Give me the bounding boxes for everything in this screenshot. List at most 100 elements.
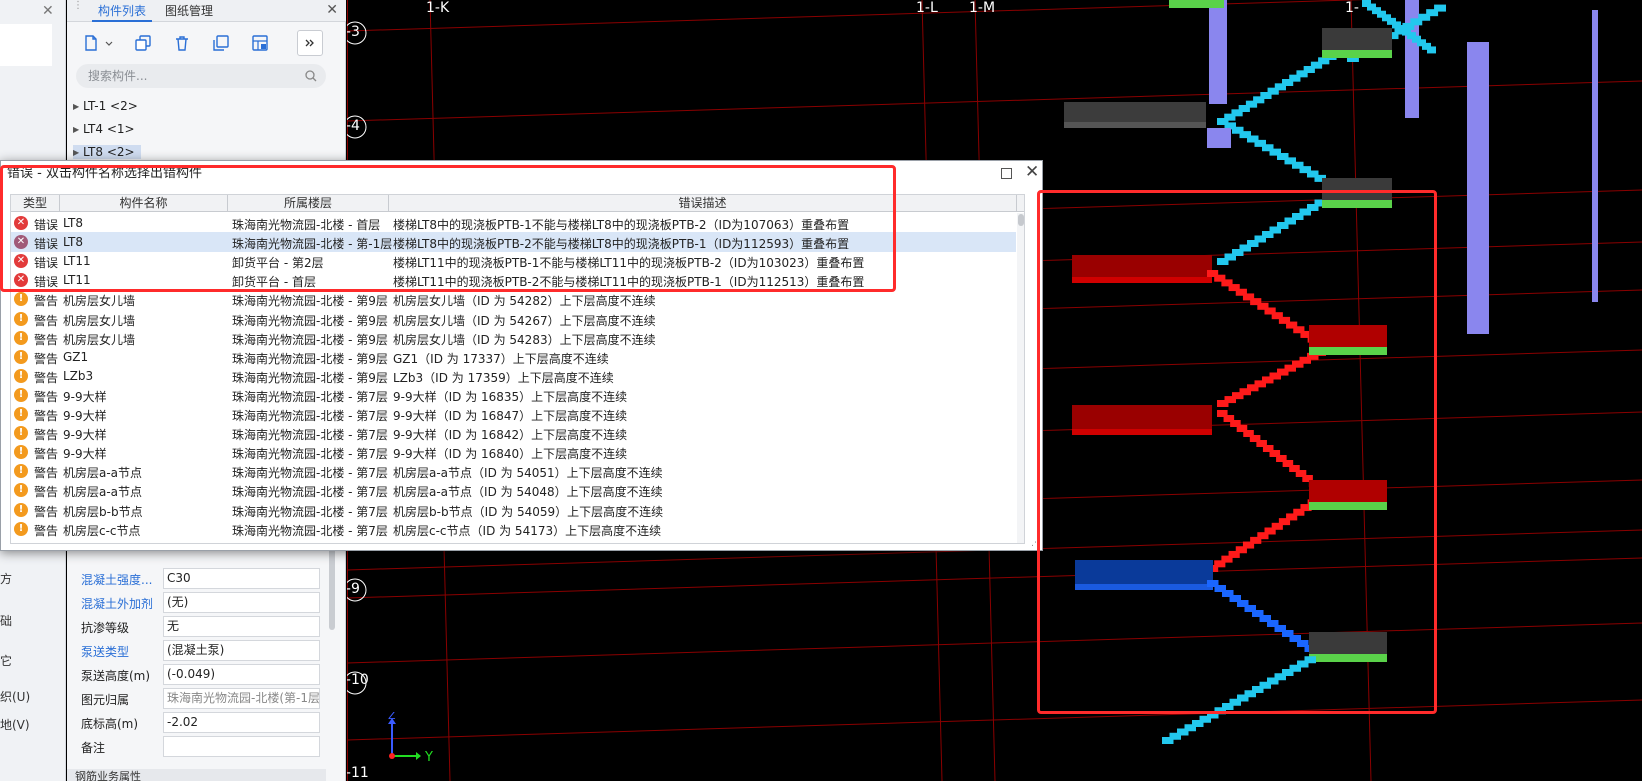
close-icon[interactable]: ✕ (42, 4, 56, 18)
warning-row[interactable]: ! 警告 GZ1 珠海南光物流园-北楼 - 第9层 GZ1（ID 为 17337）上下层… (11, 347, 1016, 367)
copy-component-button[interactable] (130, 30, 156, 56)
new-component-dropdown[interactable] (103, 30, 115, 56)
more-tools-button[interactable] (297, 30, 323, 56)
row-component-name[interactable]: 机房层女儿墙 (63, 331, 135, 348)
row-type: 错误 (34, 256, 59, 271)
warning-row[interactable]: ! 警告 9-9大样 珠海南光物流园-北楼 - 第7层 9-9大样（ID 为 16842… (11, 423, 1016, 443)
close-icon[interactable]: ✕ (326, 3, 338, 17)
property-name: 泵送高度(m) (81, 669, 151, 683)
platform-beam (1322, 50, 1392, 58)
resize-grip-icon[interactable]: ⋰ (1031, 538, 1040, 548)
expand-arrow-icon[interactable]: ▶ (73, 148, 83, 157)
double-chevron-right-icon (305, 39, 314, 47)
warning-row[interactable]: ! 警告 LZb3 珠海南光物流园-北楼 - 第9层 LZb3（ID 为 17359）上… (11, 366, 1016, 386)
row-component-name[interactable]: LT11 (63, 273, 91, 287)
property-value-field[interactable]: 珠海南光物流园-北楼(第-1层) (163, 688, 320, 709)
duplicate-component-button[interactable] (208, 30, 234, 56)
warning-row[interactable]: ! 警告 机房层a-a节点 珠海南光物流园-北楼 - 第7层 机房层a-a节点（ID 为… (11, 461, 1016, 481)
component-search-input[interactable] (88, 67, 298, 85)
property-value-field[interactable]: (-0.049) (163, 664, 320, 685)
row-component-name[interactable]: 9-9大样 (63, 426, 107, 443)
warning-row[interactable]: ! 警告 9-9大样 珠海南光物流园-北楼 - 第7层 9-9大样（ID 为 16835… (11, 385, 1016, 405)
row-component-name[interactable]: 机房层c-c节点 (63, 522, 141, 539)
strip-item[interactable]: 方 (0, 570, 12, 587)
row-component-name[interactable]: LT8 (63, 216, 83, 230)
new-component-button[interactable] (78, 30, 104, 56)
expand-arrow-icon[interactable]: ▶ (73, 102, 83, 111)
tree-item-selected[interactable]: ▶ LT8 <2> (73, 145, 141, 159)
warning-row[interactable]: ! 警告 机房层女儿墙 珠海南光物流园-北楼 - 第9层 机房层女儿墙（ID 为 542… (11, 289, 1016, 309)
axis-label-1-4: 1-4 (347, 118, 360, 134)
rebar-properties-header[interactable]: 钢筋业务属性 (67, 769, 326, 781)
delete-component-button[interactable] (169, 30, 195, 56)
row-component-name[interactable]: LT8 (63, 235, 83, 249)
close-icon[interactable]: ✕ (1025, 162, 1039, 182)
platform-beam (1169, 0, 1224, 8)
error-row[interactable]: ✕ 错误 LT8 珠海南光物流园-北楼 - 首层 楼梯LT8中的现浇板PTB-1不能与楼… (11, 213, 1016, 233)
panel-scrollbar[interactable] (329, 540, 335, 630)
error-row[interactable]: ✕ 错误 LT8 珠海南光物流园-北楼 - 第-1层 楼梯LT8中的现浇板PTB-2不能… (11, 232, 1016, 253)
row-floor: 珠海南光物流园-北楼 - 第7层 (232, 466, 388, 481)
row-description: 楼梯LT11中的现浇板PTB-2不能与楼梯LT11中的现浇板PTB-1（ID为1… (393, 275, 865, 290)
platform-beam (1309, 347, 1387, 355)
landing-slab (1064, 102, 1206, 122)
warning-row[interactable]: ! 警告 9-9大样 珠海南光物流园-北楼 - 第7层 9-9大样（ID 为 16840… (11, 442, 1016, 462)
table-scrollbar[interactable] (1017, 213, 1024, 543)
error-row[interactable]: ✕ 错误 LT11 卸货平台 - 首层 楼梯LT11中的现浇板PTB-2不能与楼梯LT1… (11, 270, 1016, 290)
column-header-description[interactable]: 错误描述 (389, 195, 1017, 212)
property-value-field[interactable] (163, 736, 320, 757)
tree-item[interactable]: ▶ LT4 <1> (73, 122, 135, 136)
strip-item[interactable]: 础 (0, 612, 12, 629)
drag-grip-icon[interactable]: ⋮ (73, 1, 83, 17)
row-type: 警告 (34, 370, 59, 385)
expand-arrow-icon[interactable]: ▶ (73, 125, 83, 134)
strip-item[interactable]: 地(V) (0, 716, 30, 733)
row-component-name[interactable]: 机房层女儿墙 (63, 312, 135, 329)
row-component-name[interactable]: 9-9大样 (63, 445, 107, 462)
warning-row[interactable]: ! 警告 机房层女儿墙 珠海南光物流园-北楼 - 第9层 机房层女儿墙（ID 为 542… (11, 309, 1016, 329)
strip-item[interactable]: 织(U) (0, 688, 30, 705)
row-component-name[interactable]: 9-9大样 (63, 407, 107, 424)
warning-icon: ! (14, 330, 28, 345)
row-type: 警告 (34, 523, 59, 538)
axis-label-1-3: 1-3 (347, 24, 360, 40)
row-component-name[interactable]: 机房层a-a节点 (63, 464, 142, 481)
warning-row[interactable]: ! 警告 机房层c-c节点 珠海南光物流园-北楼 - 第7层 机房层c-c节点（ID 为… (11, 519, 1016, 539)
search-icon[interactable] (304, 69, 318, 83)
property-value-field[interactable]: (混凝土泵) (163, 640, 320, 661)
row-component-name[interactable]: GZ1 (63, 350, 88, 364)
row-floor: 珠海南光物流园-北楼 - 第-1层 (232, 237, 393, 252)
warning-row[interactable]: ! 警告 机房层b-b节点 珠海南光物流园-北楼 - 第7层 机房层b-b节点（ID 为… (11, 500, 1016, 520)
row-component-name[interactable]: 机房层a-a节点 (63, 483, 142, 500)
tab-drawing-management[interactable]: 图纸管理 (159, 2, 219, 22)
row-component-name[interactable]: LZb3 (63, 369, 93, 383)
row-description: 楼梯LT8中的现浇板PTB-1不能与楼梯LT8中的现浇板PTB-2（ID为107… (393, 218, 850, 232)
maximize-icon[interactable] (1001, 168, 1012, 179)
row-component-name[interactable]: 9-9大样 (63, 388, 107, 405)
tab-component-list[interactable]: 构件列表 (92, 2, 153, 22)
chevron-down-icon (105, 41, 113, 46)
property-value-field[interactable]: C30 (163, 568, 320, 589)
row-component-name[interactable]: LT11 (63, 254, 91, 268)
axis-gizmo: Z Y (388, 712, 433, 762)
row-component-name[interactable]: 机房层b-b节点 (63, 503, 143, 520)
column-header-name[interactable]: 构件名称 (60, 195, 228, 212)
component-settings-button[interactable] (247, 30, 273, 56)
column-header-floor[interactable]: 所属楼层 (228, 195, 389, 212)
property-value-field[interactable]: -2.02 (163, 712, 320, 733)
property-value-field[interactable]: (无) (163, 592, 320, 613)
scrollbar-thumb[interactable] (1018, 214, 1024, 226)
warning-row[interactable]: ! 警告 9-9大样 珠海南光物流园-北楼 - 第7层 9-9大样（ID 为 16847… (11, 404, 1016, 424)
warning-row[interactable]: ! 警告 机房层a-a节点 珠海南光物流园-北楼 - 第7层 机房层a-a节点（ID 为… (11, 480, 1016, 500)
property-value-field[interactable]: 无 (163, 616, 320, 637)
row-description: 9-9大样（ID 为 16842）上下层高度不连续 (393, 428, 628, 443)
warning-row[interactable]: ! 警告 机房层女儿墙 珠海南光物流园-北楼 - 第9层 机房层女儿墙（ID 为 542… (11, 328, 1016, 348)
strip-item[interactable]: 它 (0, 652, 12, 669)
warning-icon: ! (14, 502, 28, 517)
strip-selected-item[interactable] (0, 24, 52, 66)
row-description: 机房层c-c节点（ID 为 54173）上下层高度不连续 (393, 523, 662, 538)
tree-item[interactable]: ▶ LT-1 <2> (73, 99, 138, 113)
column-header-type[interactable]: 类型 (11, 195, 60, 212)
error-row[interactable]: ✕ 错误 LT11 卸货平台 - 第2层 楼梯LT11中的现浇板PTB-1不能与楼梯LT… (11, 251, 1016, 271)
row-component-name[interactable]: 机房层女儿墙 (63, 292, 135, 309)
